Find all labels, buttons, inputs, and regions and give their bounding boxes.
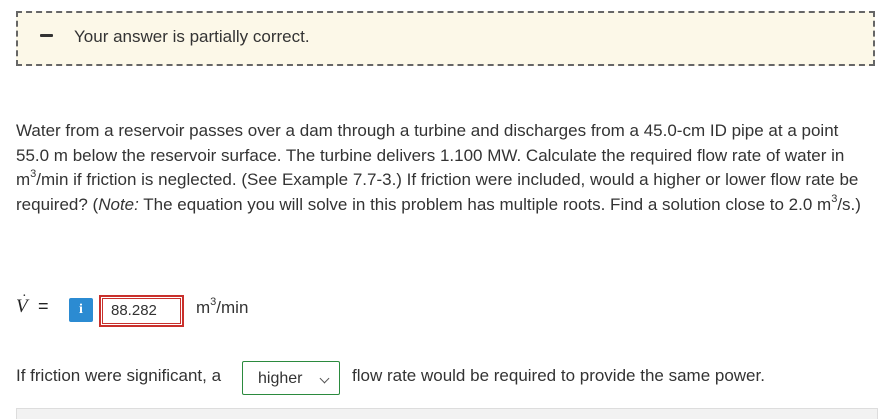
- dropdown-selected-value: higher: [258, 370, 303, 387]
- unit-base: m: [196, 298, 211, 317]
- flow-rate-symbol: V ·: [16, 289, 28, 318]
- chevron-down-icon: [319, 373, 330, 384]
- problem-text-4: /s.): [837, 194, 861, 214]
- unit-superscript: 3: [210, 296, 217, 309]
- problem-text-3: The equation you will solve in this prob…: [138, 194, 832, 214]
- feedback-banner: Your answer is partially correct.: [16, 11, 875, 66]
- answer-row: V · = i 88.282 m3/min: [16, 289, 616, 327]
- equals-sign: =: [38, 296, 49, 316]
- dot-accent: ·: [22, 289, 27, 304]
- superscript: 3: [831, 192, 838, 205]
- friction-dropdown[interactable]: higher: [242, 361, 340, 395]
- feedback-message: Your answer is partially correct.: [74, 27, 310, 46]
- friction-text-before: If friction were significant, a: [16, 366, 222, 385]
- problem-statement: Water from a reservoir passes over a dam…: [16, 119, 872, 217]
- flow-rate-answer-field[interactable]: 88.282: [99, 295, 184, 327]
- friction-text-after: flow rate would be required to provide t…: [352, 366, 765, 385]
- note-label: Note:: [98, 194, 139, 214]
- next-section-bar: [16, 408, 878, 419]
- friction-row: If friction were significant, a higher f…: [16, 361, 876, 395]
- unit-label: m3/min: [196, 296, 249, 318]
- info-icon[interactable]: i: [69, 298, 93, 322]
- superscript: 3: [30, 168, 37, 181]
- unit-tail: /min: [216, 298, 249, 317]
- minus-icon: [40, 34, 53, 37]
